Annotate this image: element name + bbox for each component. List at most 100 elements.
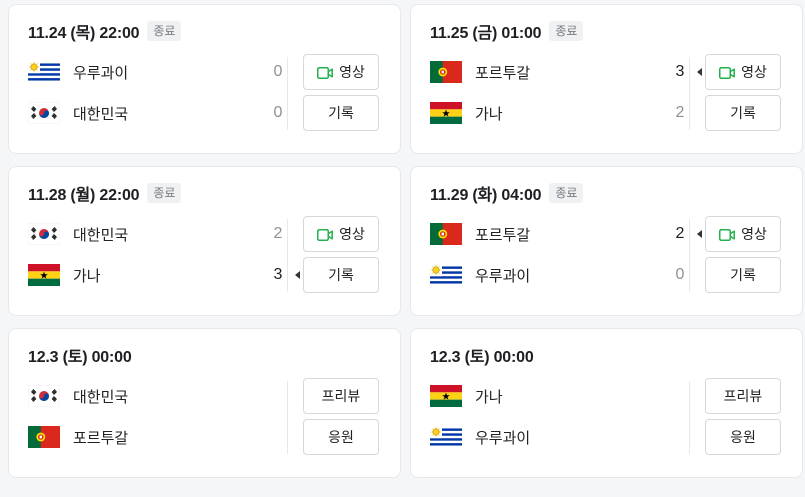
team-name: 대한민국 <box>73 226 129 244</box>
status-badge: 종료 <box>549 183 584 203</box>
divider <box>689 219 690 292</box>
ghana-flag-icon <box>430 385 462 407</box>
button-label: 기록 <box>730 105 756 121</box>
match-schedule-grid: 11.24 (목) 22:00 종료 우루과이 0 대한민국 0 영상 기록 1… <box>0 0 805 497</box>
status-badge: 종료 <box>549 21 584 41</box>
status-badge: 종료 <box>147 183 182 203</box>
preview-button[interactable]: 프리뷰 <box>705 378 781 414</box>
portugal-flag-icon <box>430 223 462 245</box>
divider <box>287 57 288 130</box>
match-card[interactable]: 12.3 (토) 00:00 대한민국 포르투갈 프리뷰 응원 <box>8 328 401 478</box>
video-button[interactable]: 영상 <box>705 54 781 90</box>
winner-marker-icon <box>697 230 702 238</box>
button-label: 기록 <box>328 105 354 121</box>
team-name: 가나 <box>73 267 101 285</box>
team-row[interactable]: 대한민국 2 <box>27 221 288 247</box>
match-card[interactable]: 11.29 (화) 04:00 종료 포르투갈 2 우루과이 0 영상 기록 <box>410 166 803 316</box>
match-header: 11.25 (금) 01:00 종료 <box>430 20 584 42</box>
team-row[interactable]: 대한민국 0 <box>27 100 288 126</box>
korea-flag-icon <box>27 384 61 408</box>
button-label: 기록 <box>328 267 354 283</box>
team-row[interactable]: 포르투갈 <box>28 424 288 450</box>
uruguay-flag-icon <box>28 61 60 83</box>
uruguay-flag-icon <box>430 426 462 448</box>
video-button[interactable]: 영상 <box>705 216 781 252</box>
cheer-button[interactable]: 응원 <box>705 419 781 455</box>
team-name: 대한민국 <box>73 105 129 123</box>
match-header: 12.3 (토) 00:00 <box>430 344 534 366</box>
match-datetime: 12.3 (토) 00:00 <box>430 349 534 366</box>
video-icon <box>317 228 334 241</box>
match-card[interactable]: 12.3 (토) 00:00 가나 우루과이 프리뷰 응원 <box>410 328 803 478</box>
record-button[interactable]: 기록 <box>705 257 781 293</box>
match-header: 12.3 (토) 00:00 <box>28 344 132 366</box>
match-card[interactable]: 11.28 (월) 22:00 종료 대한민국 2 가나 3 영상 기록 <box>8 166 401 316</box>
team-score: 2 <box>675 104 685 121</box>
match-datetime: 11.28 (월) 22:00 <box>28 187 140 204</box>
preview-button[interactable]: 프리뷰 <box>303 378 379 414</box>
record-button[interactable]: 기록 <box>705 95 781 131</box>
button-label: 응원 <box>328 429 354 445</box>
button-label: 프리뷰 <box>723 388 763 404</box>
team-name: 포르투갈 <box>475 64 531 82</box>
portugal-flag-icon <box>28 426 60 448</box>
team-row[interactable]: 우루과이 0 <box>28 59 288 85</box>
match-header: 11.29 (화) 04:00 종료 <box>430 182 584 204</box>
team-row[interactable]: 가나 <box>430 383 690 409</box>
ghana-flag-icon <box>430 102 462 124</box>
record-button[interactable]: 기록 <box>303 95 379 131</box>
divider <box>689 57 690 130</box>
button-label: 영상 <box>339 64 365 80</box>
team-row[interactable]: 우루과이 <box>430 424 690 450</box>
team-name: 우루과이 <box>73 64 129 82</box>
match-card[interactable]: 11.24 (목) 22:00 종료 우루과이 0 대한민국 0 영상 기록 <box>8 4 401 154</box>
team-score: 0 <box>675 266 685 283</box>
match-card[interactable]: 11.25 (금) 01:00 종료 포르투갈 3 가나 2 영상 기록 <box>410 4 803 154</box>
uruguay-flag-icon <box>430 264 462 286</box>
team-score: 2 <box>273 225 283 242</box>
button-label: 응원 <box>730 429 756 445</box>
video-button[interactable]: 영상 <box>303 216 379 252</box>
team-row[interactable]: 가나 3 <box>28 262 300 288</box>
team-name: 우루과이 <box>475 267 531 285</box>
button-label: 영상 <box>741 64 767 80</box>
video-icon <box>719 228 736 241</box>
team-row[interactable]: 포르투갈 2 <box>430 221 702 247</box>
match-header: 11.24 (목) 22:00 종료 <box>28 20 182 42</box>
team-row[interactable]: 가나 2 <box>430 100 690 126</box>
team-score: 0 <box>273 104 283 121</box>
team-name: 대한민국 <box>73 388 129 406</box>
video-icon <box>719 66 736 79</box>
button-label: 영상 <box>339 226 365 242</box>
match-datetime: 11.24 (목) 22:00 <box>28 25 140 42</box>
team-score: 3 <box>268 262 300 288</box>
team-row[interactable]: 포르투갈 3 <box>430 59 702 85</box>
team-name: 우루과이 <box>475 429 531 447</box>
divider <box>287 381 288 454</box>
divider <box>689 381 690 454</box>
team-name: 가나 <box>475 388 503 406</box>
team-name: 가나 <box>475 105 503 123</box>
team-name: 포르투갈 <box>73 429 129 447</box>
korea-flag-icon <box>27 101 61 125</box>
record-button[interactable]: 기록 <box>303 257 379 293</box>
team-row[interactable]: 우루과이 0 <box>430 262 690 288</box>
winner-marker-icon <box>295 271 300 279</box>
team-score: 0 <box>273 63 283 80</box>
divider <box>287 219 288 292</box>
match-datetime: 11.29 (화) 04:00 <box>430 187 542 204</box>
team-score: 2 <box>670 221 702 247</box>
team-name: 포르투갈 <box>475 226 531 244</box>
team-row[interactable]: 대한민국 <box>27 383 288 409</box>
button-label: 프리뷰 <box>321 388 361 404</box>
video-button[interactable]: 영상 <box>303 54 379 90</box>
cheer-button[interactable]: 응원 <box>303 419 379 455</box>
button-label: 영상 <box>741 226 767 242</box>
video-icon <box>317 66 334 79</box>
winner-marker-icon <box>697 68 702 76</box>
portugal-flag-icon <box>430 61 462 83</box>
korea-flag-icon <box>27 222 61 246</box>
ghana-flag-icon <box>28 264 60 286</box>
match-datetime: 12.3 (토) 00:00 <box>28 349 132 366</box>
match-datetime: 11.25 (금) 01:00 <box>430 25 542 42</box>
